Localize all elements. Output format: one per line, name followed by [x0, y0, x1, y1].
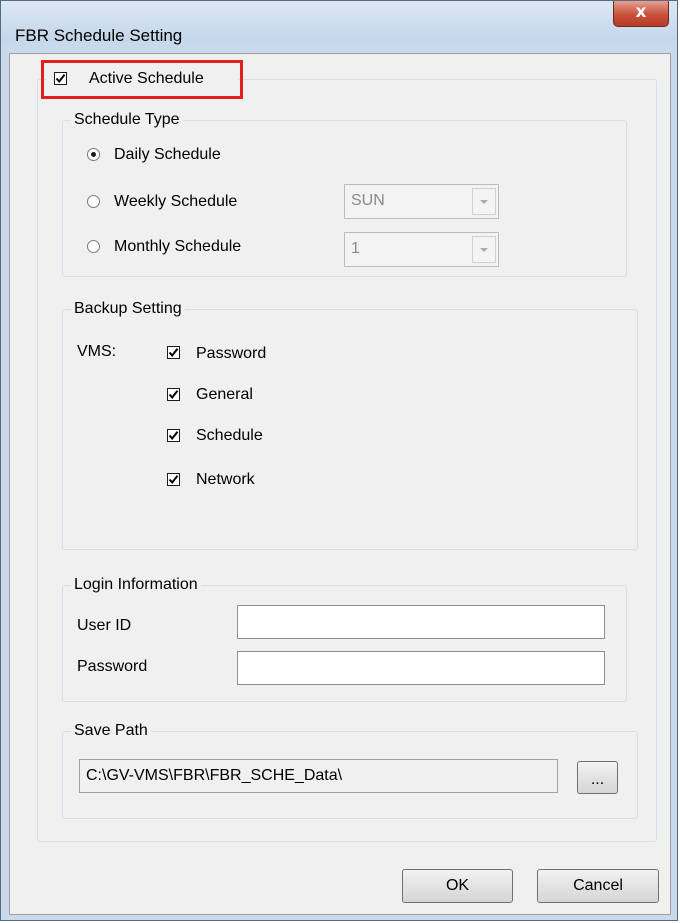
backup-setting-legend: Backup Setting	[71, 299, 185, 319]
ok-button[interactable]: OK	[402, 869, 513, 903]
monthly-day-value: 1	[351, 240, 360, 257]
daily-schedule-label: Daily Schedule	[114, 146, 221, 163]
weekly-schedule-label: Weekly Schedule	[114, 193, 238, 210]
weekly-day-value: SUN	[351, 192, 385, 209]
password-backup-checkbox[interactable]	[167, 346, 180, 359]
weekly-day-select[interactable]: SUN	[344, 184, 499, 219]
password-backup-label: Password	[196, 345, 267, 362]
password-label: Password	[77, 658, 148, 675]
monthly-day-select[interactable]: 1	[344, 232, 499, 267]
close-icon: x	[635, 2, 647, 22]
close-button[interactable]: x	[613, 1, 669, 27]
checkmark-icon	[168, 348, 179, 358]
network-backup-checkbox[interactable]	[167, 473, 180, 486]
save-path-value: C:\GV-VMS\FBR\FBR_SCHE_Data\	[86, 767, 343, 784]
checkmark-icon	[168, 431, 179, 441]
backup-setting-group: Backup Setting	[62, 299, 638, 550]
browse-button[interactable]: ...	[577, 761, 618, 794]
vms-label: VMS:	[77, 343, 117, 360]
general-backup-label: General	[196, 386, 253, 403]
title-bar: FBR Schedule Setting x	[1, 1, 677, 45]
schedule-type-legend: Schedule Type	[71, 110, 183, 130]
monthly-schedule-radio[interactable]	[87, 240, 100, 253]
chevron-down-icon	[472, 188, 496, 215]
chevron-down-icon	[472, 236, 496, 263]
save-path-legend: Save Path	[71, 721, 151, 741]
network-backup-label: Network	[196, 471, 255, 488]
user-id-field[interactable]	[237, 605, 605, 639]
user-id-label: User ID	[77, 617, 132, 634]
window-title: FBR Schedule Setting	[15, 26, 183, 45]
checkmark-icon	[168, 475, 179, 485]
schedule-backup-label: Schedule	[196, 427, 263, 444]
general-backup-checkbox[interactable]	[167, 388, 180, 401]
checkmark-icon	[168, 390, 179, 400]
cancel-button[interactable]: Cancel	[537, 869, 659, 903]
highlight-box	[41, 60, 243, 99]
login-information-legend: Login Information	[71, 575, 201, 595]
daily-schedule-radio[interactable]	[87, 148, 100, 161]
monthly-schedule-label: Monthly Schedule	[114, 238, 242, 255]
save-path-field[interactable]: C:\GV-VMS\FBR\FBR_SCHE_Data\	[79, 759, 558, 793]
weekly-schedule-radio[interactable]	[87, 195, 100, 208]
password-field[interactable]	[237, 651, 605, 685]
schedule-backup-checkbox[interactable]	[167, 429, 180, 442]
